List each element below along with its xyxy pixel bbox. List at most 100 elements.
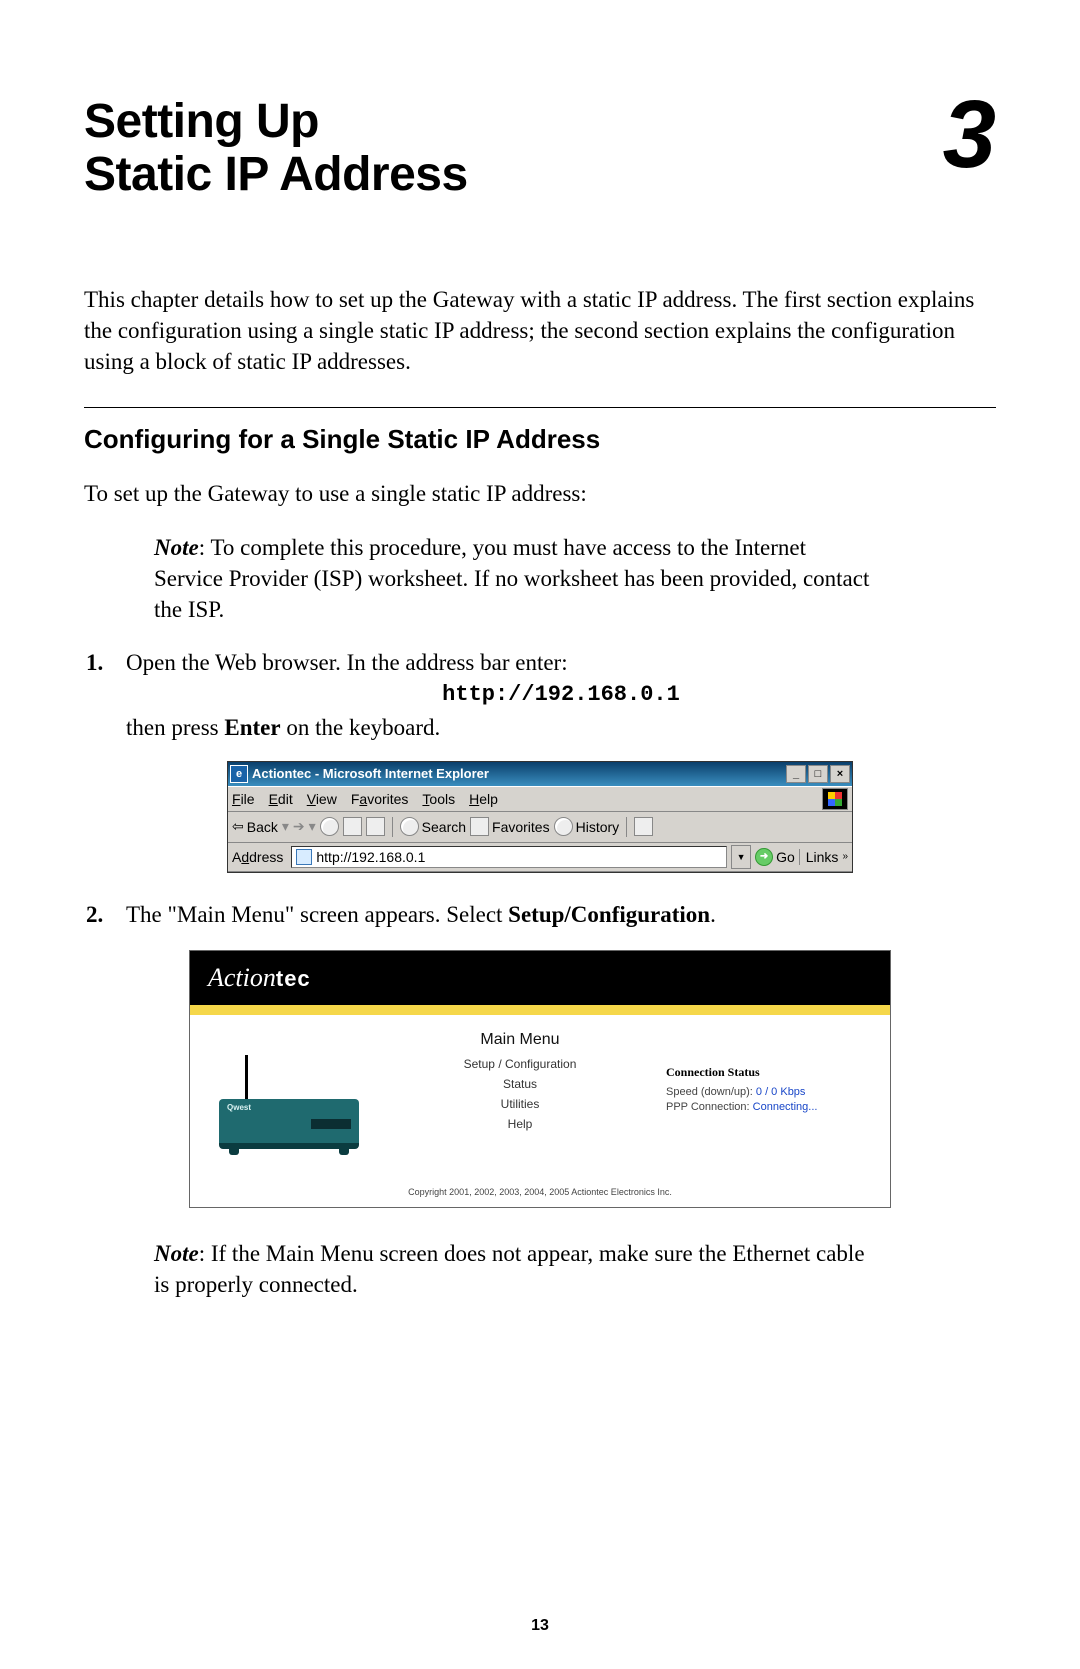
history-icon bbox=[554, 817, 573, 836]
search-button[interactable]: Search bbox=[400, 817, 466, 836]
address-dropdown-icon[interactable]: ▼ bbox=[731, 845, 751, 869]
page-number: 13 bbox=[0, 1617, 1080, 1635]
step-2-text-b: . bbox=[710, 902, 716, 927]
actiontec-header: Actiontec bbox=[190, 951, 890, 1005]
mail-icon[interactable] bbox=[634, 817, 653, 836]
chapter-title-line1: Setting Up bbox=[84, 95, 319, 148]
speed-value: 0 / 0 Kbps bbox=[756, 1086, 806, 1098]
note-text: : To complete this procedure, you must h… bbox=[154, 535, 869, 622]
chapter-title: Setting Up Static IP Address bbox=[84, 96, 468, 202]
router-brand: Qwest bbox=[227, 1103, 251, 1112]
favorites-icon bbox=[470, 817, 489, 836]
actiontec-screenshot: Actiontec Qwest Main Menu Setup / Config… bbox=[189, 950, 891, 1208]
router-body-icon: Qwest bbox=[219, 1099, 359, 1149]
ie-throbber-icon bbox=[822, 788, 848, 810]
step-1-text-a: Open the Web browser. In the address bar… bbox=[126, 650, 568, 675]
step-2-bold: Setup/Configuration bbox=[508, 902, 710, 927]
link-status[interactable]: Status bbox=[374, 1077, 666, 1091]
go-label: Go bbox=[776, 849, 795, 865]
address-input[interactable]: http://192.168.0.1 bbox=[291, 846, 727, 868]
actiontec-logo: Actiontec bbox=[208, 963, 311, 993]
link-help[interactable]: Help bbox=[374, 1117, 666, 1131]
go-icon: ➜ bbox=[755, 848, 773, 866]
chapter-intro: This chapter details how to set up the G… bbox=[84, 284, 996, 377]
forward-button: ➔ bbox=[293, 818, 305, 835]
go-button[interactable]: ➜ Go bbox=[755, 848, 795, 866]
step-1-text-b2: on the keyboard. bbox=[281, 715, 441, 740]
step-2: 2. The "Main Menu" screen appears. Selec… bbox=[84, 899, 996, 930]
step-1-body: Open the Web browser. In the address bar… bbox=[126, 647, 996, 743]
chapter-title-line2: Static IP Address bbox=[84, 148, 468, 201]
note-label: Note bbox=[154, 535, 199, 560]
menu-edit[interactable]: Edit bbox=[269, 791, 293, 807]
note-text: : If the Main Menu screen does not appea… bbox=[154, 1241, 865, 1297]
maximize-icon[interactable]: □ bbox=[808, 765, 828, 783]
ie-screenshot: e Actiontec - Microsoft Internet Explore… bbox=[227, 761, 853, 873]
stop-icon[interactable] bbox=[320, 817, 339, 836]
refresh-icon[interactable] bbox=[343, 817, 362, 836]
chapter-header: Setting Up Static IP Address 3 bbox=[84, 96, 996, 202]
ie-app-icon: e bbox=[230, 765, 248, 783]
separator bbox=[392, 817, 393, 837]
address-label: Address bbox=[232, 849, 283, 865]
links-bar[interactable]: Links » bbox=[799, 849, 848, 865]
connection-status-title: Connection Status bbox=[666, 1065, 876, 1080]
ppp-row: PPP Connection: Connecting... bbox=[666, 1101, 876, 1113]
step-1-number: 1. bbox=[84, 647, 126, 743]
section-lead: To set up the Gateway to use a single st… bbox=[84, 478, 996, 509]
section-title-a: Configuring for a Single Static bbox=[84, 424, 465, 454]
ie-addressbar: Address http://192.168.0.1 ▼ ➜ Go Links … bbox=[228, 843, 852, 872]
router-label-icon bbox=[311, 1119, 351, 1129]
actiontec-copyright: Copyright 2001, 2002, 2003, 2004, 2005 A… bbox=[190, 1181, 890, 1207]
step-1-url: http://192.168.0.1 bbox=[126, 680, 996, 710]
separator bbox=[626, 817, 627, 837]
speed-row: Speed (down/up): 0 / 0 Kbps bbox=[666, 1086, 876, 1098]
connection-status-panel: Connection Status Speed (down/up): 0 / 0… bbox=[666, 1027, 876, 1177]
ppp-value: Connecting... bbox=[753, 1101, 818, 1113]
step-1-enter: Enter bbox=[224, 715, 280, 740]
step-1-text-b1: then press bbox=[126, 715, 224, 740]
favorites-button[interactable]: Favorites bbox=[470, 817, 550, 836]
chevron-right-icon: » bbox=[842, 851, 848, 862]
link-setup-configuration[interactable]: Setup / Configuration bbox=[374, 1057, 666, 1071]
chapter-number: 3 bbox=[943, 92, 996, 178]
ie-toolbar: ⇦ Back ▾ ➔ ▾ Search Favorites History bbox=[228, 812, 852, 843]
menu-tools[interactable]: Tools bbox=[422, 791, 455, 807]
router-antenna-icon bbox=[245, 1055, 248, 1099]
minimize-icon[interactable]: _ bbox=[786, 765, 806, 783]
ie-titlebar: e Actiontec - Microsoft Internet Explore… bbox=[228, 762, 852, 786]
history-button[interactable]: History bbox=[554, 817, 620, 836]
menu-view[interactable]: View bbox=[307, 791, 337, 807]
note-label: Note bbox=[154, 1241, 199, 1266]
step-1: 1. Open the Web browser. In the address … bbox=[84, 647, 996, 743]
ppp-label: PPP Connection: bbox=[666, 1101, 753, 1113]
menu-help[interactable]: Help bbox=[469, 791, 498, 807]
step-2-number: 2. bbox=[84, 899, 126, 930]
link-utilities[interactable]: Utilities bbox=[374, 1097, 666, 1111]
actiontec-body: Qwest Main Menu Setup / Configuration St… bbox=[190, 1015, 890, 1181]
router-image: Qwest bbox=[204, 1027, 374, 1177]
section-rule bbox=[84, 407, 996, 408]
step-2-body: The "Main Menu" screen appears. Select S… bbox=[126, 899, 996, 930]
router-feet-icon bbox=[219, 1149, 359, 1155]
section-title-ip: IP bbox=[465, 424, 490, 454]
page: Setting Up Static IP Address 3 This chap… bbox=[0, 0, 1080, 1669]
search-icon bbox=[400, 817, 419, 836]
ie-title-text: Actiontec - Microsoft Internet Explorer bbox=[252, 766, 784, 781]
home-icon[interactable] bbox=[366, 817, 385, 836]
logo-tec: tec bbox=[276, 966, 311, 991]
menu-favorites[interactable]: Favorites bbox=[351, 791, 409, 807]
actiontec-stripe bbox=[190, 1005, 890, 1015]
dropdown-icon[interactable]: ▾ bbox=[282, 818, 289, 835]
dropdown-icon: ▾ bbox=[309, 818, 316, 835]
section-title: Configuring for a Single Static IP Addre… bbox=[84, 424, 996, 455]
close-icon[interactable]: × bbox=[830, 765, 850, 783]
speed-label: Speed (down/up): bbox=[666, 1086, 756, 1098]
menu-file[interactable]: File bbox=[232, 791, 255, 807]
back-button[interactable]: ⇦ Back bbox=[232, 818, 278, 835]
links-label: Links bbox=[806, 849, 839, 865]
step-2-text-a: The "Main Menu" screen appears. Select bbox=[126, 902, 508, 927]
note-2: Note: If the Main Menu screen does not a… bbox=[154, 1238, 874, 1300]
main-menu-title: Main Menu bbox=[374, 1031, 666, 1049]
ie-menubar: File Edit View Favorites Tools Help bbox=[228, 786, 852, 812]
